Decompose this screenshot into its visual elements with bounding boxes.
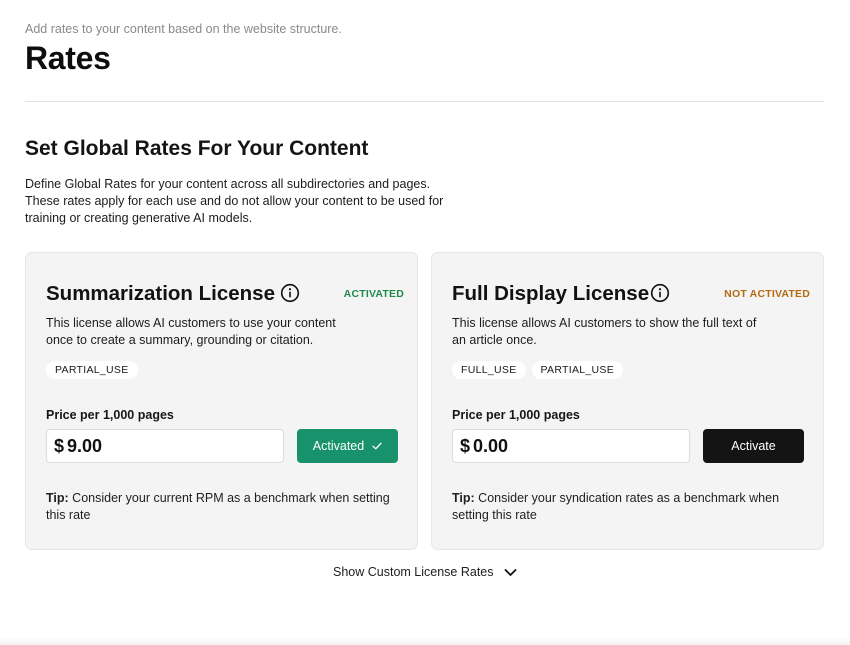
tag: PARTIAL_USE [46,361,138,379]
price-value: 0.00 [473,435,509,456]
section-title: Set Global Rates For Your Content [25,137,369,160]
button-label: Activated [312,439,365,453]
tag-list: FULL_USE PARTIAL_USE [452,361,624,379]
page-subtitle: Add rates to your content based on the w… [25,22,342,36]
price-input[interactable]: $ 9.00 [46,429,284,463]
price-label: Price per 1,000 pages [46,408,174,422]
tip-text: Tip: Consider your current RPM as a benc… [46,490,391,524]
tag: FULL_USE [452,361,526,379]
tip-text: Tip: Consider your syndication rates as … [452,490,797,524]
card-title: Summarization License [46,282,275,305]
chevron-down-icon [504,568,516,576]
tip-prefix: Tip: [46,491,69,505]
bottom-shade [0,637,850,645]
tip-body: Consider your current RPM as a benchmark… [46,491,390,522]
activate-button[interactable]: Activate [703,429,804,463]
info-icon[interactable] [280,283,300,303]
tag-list: PARTIAL_USE [46,361,138,379]
activated-button[interactable]: Activated [297,429,398,463]
check-icon [372,442,382,450]
price-label: Price per 1,000 pages [452,408,580,422]
tip-body: Consider your syndication rates as a ben… [452,491,780,522]
full-display-license-card: Full Display License NOT ACTIVATED This … [431,252,824,550]
status-badge: ACTIVATED [343,288,404,300]
header-divider [25,101,824,102]
status-badge: NOT ACTIVATED [724,288,810,300]
show-custom-label: Show Custom License Rates [333,565,494,579]
tip-prefix: Tip: [452,491,475,505]
tag: PARTIAL_USE [531,361,624,379]
currency-symbol: $ [54,435,65,456]
price-value: 9.00 [67,435,103,456]
page-title: Rates [25,40,111,76]
price-input[interactable]: $ 0.00 [452,429,690,463]
info-icon[interactable] [650,283,670,303]
card-title: Full Display License [452,282,650,305]
card-description: This license allows AI customers to use … [46,316,336,347]
summarization-license-card: Summarization License ACTIVATED This lic… [25,252,418,550]
card-description: This license allows AI customers to show… [452,316,757,347]
show-custom-license-rates-toggle[interactable]: Show Custom License Rates [333,565,517,579]
section-description: Define Global Rates for your content acr… [25,177,444,225]
currency-symbol: $ [460,435,471,456]
